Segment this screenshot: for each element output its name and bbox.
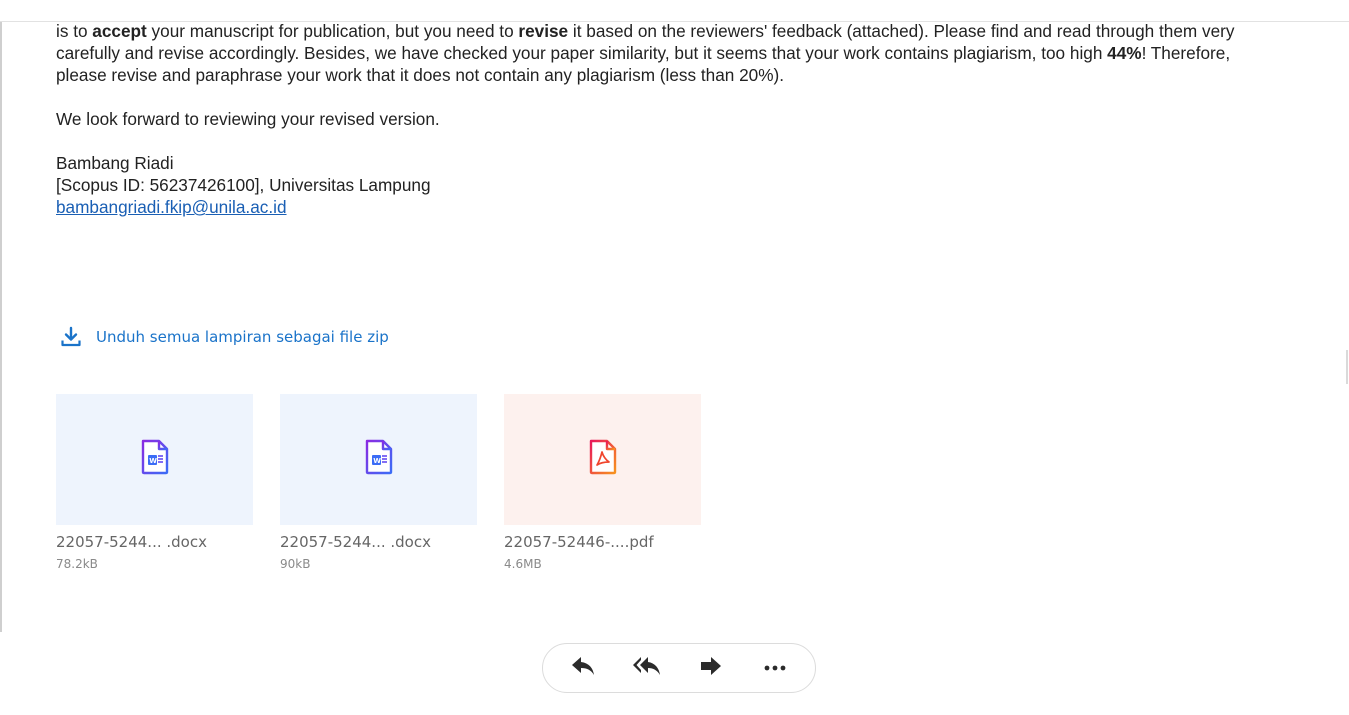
more-icon — [763, 659, 787, 677]
attachment-size: 4.6MB — [504, 557, 542, 571]
download-all-label: Unduh semua lampiran sebagai file zip — [96, 328, 389, 346]
svg-text:W: W — [149, 457, 157, 465]
forward-icon — [699, 655, 723, 682]
word-file-icon: W — [364, 439, 394, 480]
attachment-name: 22057-52446-....pdf — [504, 533, 654, 551]
attachment-name: 22057-5244... .docx — [280, 533, 431, 551]
signature-email-link[interactable]: bambangriadi.fkip@unila.ac.id — [56, 196, 1266, 218]
more-options-button[interactable] — [758, 651, 792, 685]
attachment-size: 90kB — [280, 557, 311, 571]
signature-name: Bambang Riadi — [56, 153, 174, 173]
text-span: is to — [56, 21, 93, 41]
email-signature: Bambang Riadi [Scopus ID: 56237426100], … — [56, 152, 1266, 218]
bold-accept: accept — [92, 21, 147, 41]
reply-button[interactable] — [566, 651, 600, 685]
attachment-item[interactable]: 22057-52446-....pdf 4.6MB — [504, 394, 701, 571]
bold-revise: revise — [518, 21, 569, 41]
pdf-file-icon — [588, 439, 618, 480]
reply-all-button[interactable] — [630, 651, 664, 685]
attachment-name: 22057-5244... .docx — [56, 533, 207, 551]
attachment-item[interactable]: W 22057-5244... .docx 90kB — [280, 394, 477, 571]
reply-all-icon — [632, 655, 662, 682]
bold-percent: 44% — [1107, 43, 1142, 63]
text-span: your manuscript for publication, but you… — [146, 21, 519, 41]
attachment-list: W 22057-5244... .docx 78.2kB W 22057-524… — [56, 394, 701, 571]
download-all-zip-link[interactable]: Unduh semua lampiran sebagai file zip — [60, 326, 389, 348]
email-body: is to accept your manuscript for publica… — [56, 20, 1266, 218]
reply-icon — [570, 655, 596, 682]
attachment-thumbnail[interactable] — [504, 394, 701, 525]
email-paragraph-outro: We look forward to reviewing your revise… — [56, 109, 440, 129]
scrollbar-edge[interactable] — [1346, 350, 1348, 384]
download-icon — [60, 326, 82, 348]
word-file-icon: W — [140, 439, 170, 480]
attachment-thumbnail[interactable]: W — [56, 394, 253, 525]
attachment-item[interactable]: W 22057-5244... .docx 78.2kB — [56, 394, 253, 571]
attachment-size: 78.2kB — [56, 557, 98, 571]
attachment-thumbnail[interactable]: W — [280, 394, 477, 525]
svg-text:W: W — [373, 457, 381, 465]
signature-affiliation: [Scopus ID: 56237426100], Universitas La… — [56, 175, 431, 195]
email-paragraph-intro: is to accept your manuscript for publica… — [56, 20, 1266, 86]
forward-button[interactable] — [694, 651, 728, 685]
message-action-bar — [542, 643, 816, 693]
pane-left-border — [0, 22, 2, 632]
